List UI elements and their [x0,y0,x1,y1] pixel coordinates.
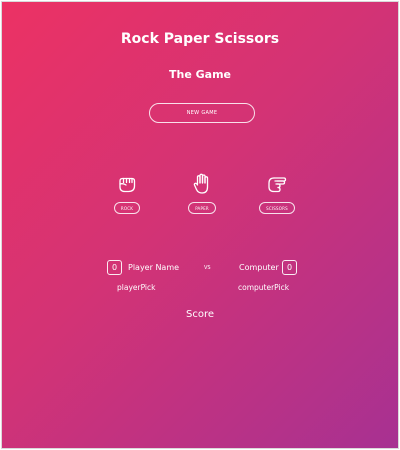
computer-pick: computerPick [238,283,290,292]
game-container: Rock Paper Scissors The Game NEW GAME RO… [1,1,399,449]
computer-score: 0 [282,260,297,275]
player-score: 0 [107,260,122,275]
computer-name: Computer [239,263,279,272]
rock-button[interactable]: ROCK [113,202,141,214]
paper-button[interactable]: PAPER [188,202,216,214]
scissors-hand-icon [268,177,287,193]
new-game-button[interactable]: NEW GAME [149,103,255,123]
score-label: Score [185,309,214,320]
scissors-choice[interactable]: SCISSORS [257,172,297,214]
paper-choice[interactable]: PAPER [182,172,222,214]
player-name: Player Name [128,263,180,272]
scissors-button[interactable]: SCISSORS [259,202,295,214]
player-pick: playerPick [117,283,156,292]
rock-choice[interactable]: ROCK [107,172,147,214]
versus-label: VS [204,265,211,271]
rock-hand-icon [119,177,136,193]
app-title: Rock Paper Scissors [120,31,280,47]
paper-hand-icon [193,173,209,194]
game-subtitle: The Game [169,68,231,81]
